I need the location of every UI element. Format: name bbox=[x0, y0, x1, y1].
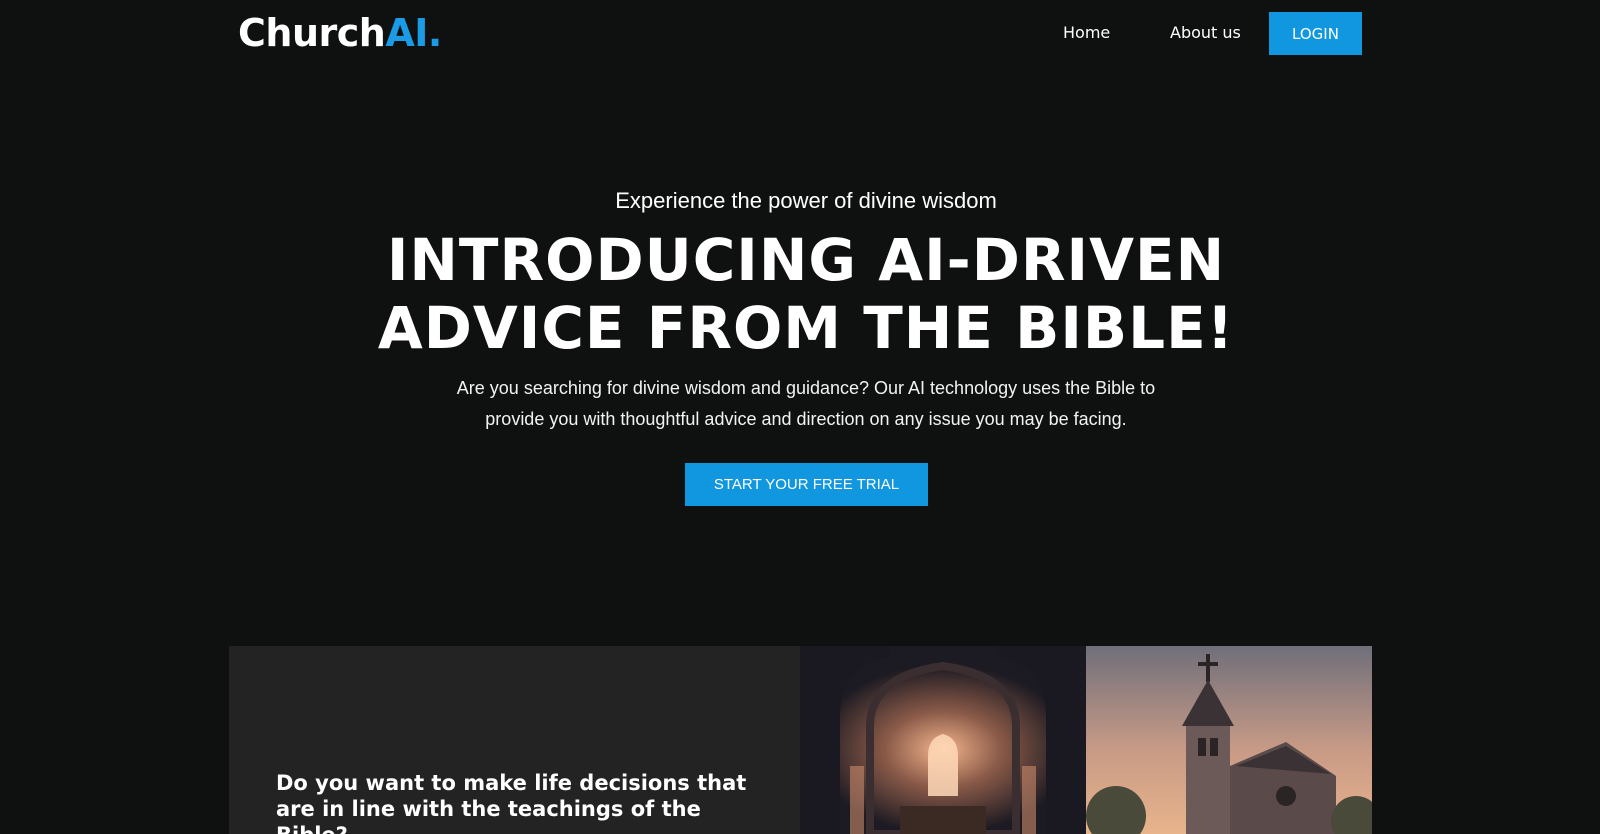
page: ChurchAI. Home About us LOGIN Experience… bbox=[0, 0, 1600, 834]
login-button[interactable]: LOGIN bbox=[1269, 12, 1362, 55]
logo[interactable]: ChurchAI. bbox=[238, 10, 442, 56]
hero-eyebrow: Experience the power of divine wisdom bbox=[615, 188, 997, 213]
logo-accent: AI. bbox=[385, 11, 442, 55]
church-exterior-image bbox=[1086, 646, 1372, 834]
nav-home-link[interactable]: Home bbox=[1063, 22, 1110, 44]
logo-main: Church bbox=[238, 11, 386, 55]
nav-about-link[interactable]: About us bbox=[1170, 22, 1241, 44]
feature-heading: Do you want to make life decisions that … bbox=[276, 771, 747, 834]
start-free-trial-button[interactable]: START YOUR FREE TRIAL bbox=[685, 463, 928, 506]
hero-description: Are you searching for divine wisdom and … bbox=[456, 378, 1156, 429]
hero-title: INTRODUCING AI-DRIVEN ADVICE FROM THE BI… bbox=[377, 226, 1235, 362]
church-interior-image bbox=[800, 646, 1086, 834]
feature-panel: Do you want to make life decisions that … bbox=[229, 646, 800, 834]
